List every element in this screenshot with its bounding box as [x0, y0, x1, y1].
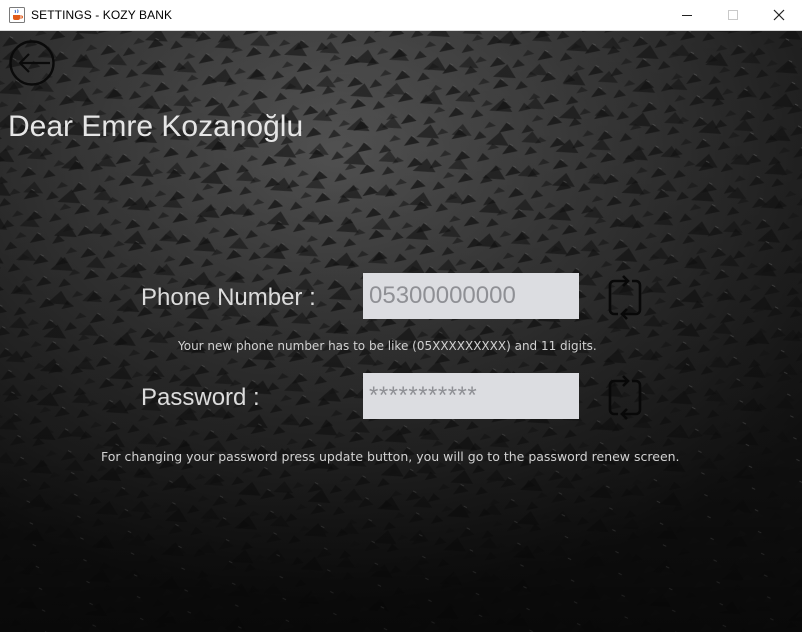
settings-window: SETTINGS - KOZY BANK Dear Emre Kozanoğlu… [0, 0, 802, 632]
phone-number-hint: Your new phone number has to be like (05… [178, 339, 597, 353]
back-button[interactable] [8, 39, 56, 87]
minimize-button[interactable] [664, 0, 710, 30]
arrow-left-circle-icon [9, 40, 55, 86]
settings-panel: Dear Emre Kozanoğlu Phone Number : 05300… [0, 31, 802, 632]
window-title: SETTINGS - KOZY BANK [31, 8, 173, 22]
password-hint: For changing your password press update … [101, 449, 680, 464]
phone-number-input[interactable]: 05300000000 [363, 273, 579, 319]
close-icon [773, 9, 785, 21]
title-bar: SETTINGS - KOZY BANK [0, 0, 802, 31]
greeting-heading: Dear Emre Kozanoğlu [8, 110, 304, 143]
close-button[interactable] [756, 0, 802, 30]
update-password-button[interactable] [602, 374, 648, 420]
update-phone-button[interactable] [602, 274, 648, 320]
password-label: Password : [141, 384, 260, 411]
java-cup-icon [9, 7, 25, 23]
minimize-icon [682, 15, 692, 16]
password-input[interactable]: *********** [363, 373, 579, 419]
refresh-icon [608, 375, 642, 420]
phone-number-label: Phone Number : [141, 284, 316, 311]
maximize-icon [728, 10, 738, 20]
refresh-icon [608, 275, 642, 320]
maximize-button[interactable] [710, 0, 756, 30]
